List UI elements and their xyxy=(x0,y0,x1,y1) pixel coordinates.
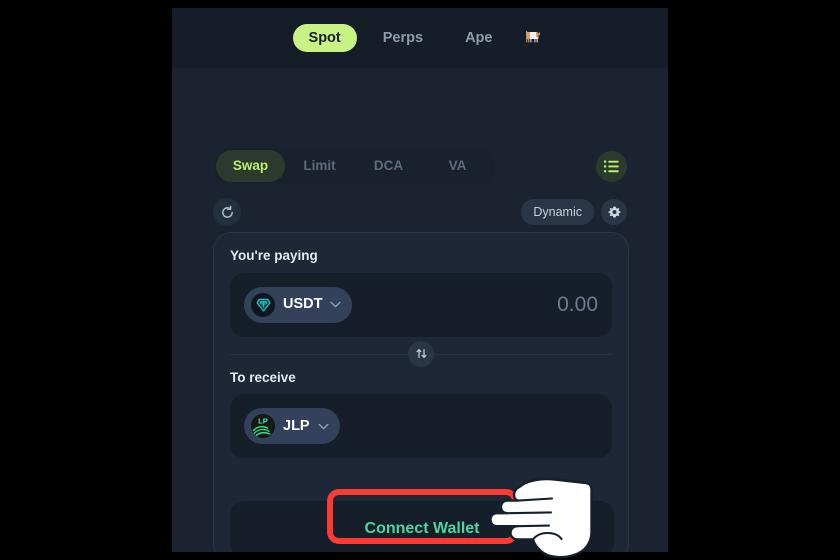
order-type-tabs: Swap Limit DCA VA xyxy=(213,147,495,185)
jlp-coin-glyph: LP xyxy=(251,414,275,438)
paying-row: USDT 0.00 xyxy=(230,272,612,337)
utility-right-group: Dynamic xyxy=(521,199,627,225)
chevron-down-icon xyxy=(318,423,329,429)
swap-vertical-arrows-icon xyxy=(416,348,426,359)
orders-list-button[interactable] xyxy=(596,150,627,182)
swap-direction-button[interactable] xyxy=(408,340,434,367)
nav-tab-spot[interactable]: Spot xyxy=(292,23,357,53)
chevron-down-icon xyxy=(330,301,342,308)
refresh-icon xyxy=(221,205,233,218)
dynamic-label: Dynamic xyxy=(533,204,582,219)
paying-token-selector[interactable]: USDT xyxy=(244,286,353,323)
tab-va[interactable]: VA xyxy=(423,150,492,182)
main-content-column: Swap Limit DCA VA Dynamic You're paying … xyxy=(172,68,668,552)
screenshot-root: Spot Perps Ape Swap Limit DCA VA Dynamic… xyxy=(0,0,840,560)
paying-amount[interactable]: 0.00 xyxy=(557,294,598,315)
tab-dca[interactable]: DCA xyxy=(354,150,423,182)
usdt-coin-glyph xyxy=(255,298,271,312)
refresh-button[interactable] xyxy=(213,198,241,226)
tab-swap[interactable]: Swap xyxy=(216,150,285,182)
tab-limit-label: Limit xyxy=(303,158,336,174)
nav-tab-perps[interactable]: Perps xyxy=(367,24,439,53)
tab-swap-label: Swap xyxy=(232,158,269,174)
settings-button[interactable] xyxy=(601,199,627,225)
paying-token-symbol: USDT xyxy=(283,296,323,313)
list-icon xyxy=(604,160,619,172)
tab-dca-label: DCA xyxy=(373,158,404,174)
dog-icon[interactable] xyxy=(518,25,547,52)
nav-tab-perps-label: Perps xyxy=(382,29,424,46)
receiving-token-symbol: JLP xyxy=(283,417,310,434)
dog-icon-glyph xyxy=(526,30,541,42)
svg-text:LP: LP xyxy=(258,417,268,426)
swap-card: You're paying USDT 0.00 To receive LP JL… xyxy=(213,232,629,552)
gear-icon xyxy=(607,206,621,217)
nav-tab-spot-label: Spot xyxy=(308,29,341,46)
order-type-tabs-row: Swap Limit DCA VA xyxy=(213,147,627,185)
connect-wallet-label: Connect Wallet xyxy=(364,520,480,537)
receiving-token-selector[interactable]: LP JLP xyxy=(244,408,340,444)
receiving-label: To receive xyxy=(230,369,296,385)
paying-label: You're paying xyxy=(230,248,318,263)
top-navigation-bar: Spot Perps Ape xyxy=(172,8,668,68)
nav-tab-ape[interactable]: Ape xyxy=(449,24,508,53)
tab-va-label: VA xyxy=(448,158,467,174)
nav-tab-ape-label: Ape xyxy=(465,29,493,46)
utility-row: Dynamic xyxy=(213,196,627,228)
app-viewport: Spot Perps Ape Swap Limit DCA VA Dynamic… xyxy=(172,8,668,552)
receiving-row: LP JLP xyxy=(230,394,612,458)
dynamic-slippage-button[interactable]: Dynamic xyxy=(521,199,594,225)
connect-wallet-button[interactable]: Connect Wallet xyxy=(230,501,614,552)
tab-limit[interactable]: Limit xyxy=(285,150,354,182)
usdt-coin-icon xyxy=(251,292,275,317)
jlp-coin-icon: LP xyxy=(251,414,275,438)
swap-divider xyxy=(230,337,612,371)
